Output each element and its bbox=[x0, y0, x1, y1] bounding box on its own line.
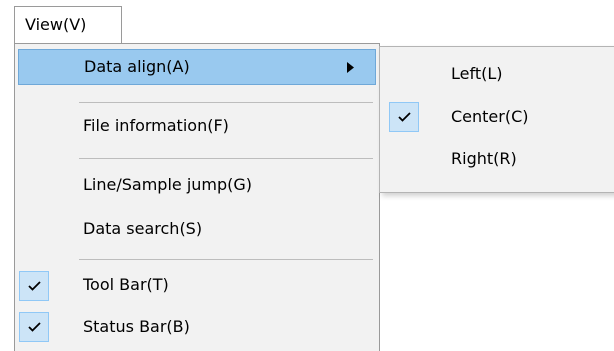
menu-separator bbox=[79, 158, 373, 159]
menu-item-label: Data search(S) bbox=[83, 219, 203, 238]
view-menu-title[interactable]: View(V) bbox=[14, 6, 122, 43]
check-icon bbox=[19, 271, 49, 301]
submenu-item-label: Center(C) bbox=[451, 107, 529, 126]
menu-separator bbox=[79, 259, 373, 260]
submenu-item-label: Right(R) bbox=[451, 149, 517, 168]
menu-item-label: File information(F) bbox=[83, 116, 229, 135]
submenu-item-center[interactable]: Center(C) bbox=[384, 98, 614, 136]
data-align-submenu: Left(L) Center(C) Right(R) bbox=[379, 46, 614, 193]
menu-item-tool-bar[interactable]: Tool Bar(T) bbox=[18, 268, 376, 304]
menu-item-label: Line/Sample jump(G) bbox=[83, 175, 253, 194]
submenu-item-label: Left(L) bbox=[451, 64, 503, 83]
view-menu-dropdown: Data align(A) File information(F) Line/S… bbox=[14, 43, 380, 351]
menu-bar: View(V) bbox=[0, 0, 614, 45]
view-menu-label: View(V) bbox=[25, 15, 87, 34]
submenu-item-left[interactable]: Left(L) bbox=[384, 55, 614, 93]
menu-item-label: Status Bar(B) bbox=[83, 317, 190, 336]
chevron-right-icon bbox=[347, 62, 354, 73]
menu-item-data-align[interactable]: Data align(A) bbox=[18, 49, 376, 85]
menu-item-status-bar[interactable]: Status Bar(B) bbox=[18, 310, 376, 346]
menu-item-data-search[interactable]: Data search(S) bbox=[18, 212, 376, 248]
submenu-item-right[interactable]: Right(R) bbox=[384, 142, 614, 180]
menu-separator bbox=[79, 102, 373, 103]
menu-item-label: Data align(A) bbox=[84, 57, 190, 76]
menu-item-label: Tool Bar(T) bbox=[83, 275, 169, 294]
check-icon bbox=[19, 312, 49, 342]
menu-item-line-sample-jump[interactable]: Line/Sample jump(G) bbox=[18, 168, 376, 204]
app-window: View(V) Data align(A) File information(F… bbox=[0, 0, 614, 351]
menu-item-file-information[interactable]: File information(F) bbox=[18, 109, 376, 145]
check-icon bbox=[389, 102, 419, 132]
